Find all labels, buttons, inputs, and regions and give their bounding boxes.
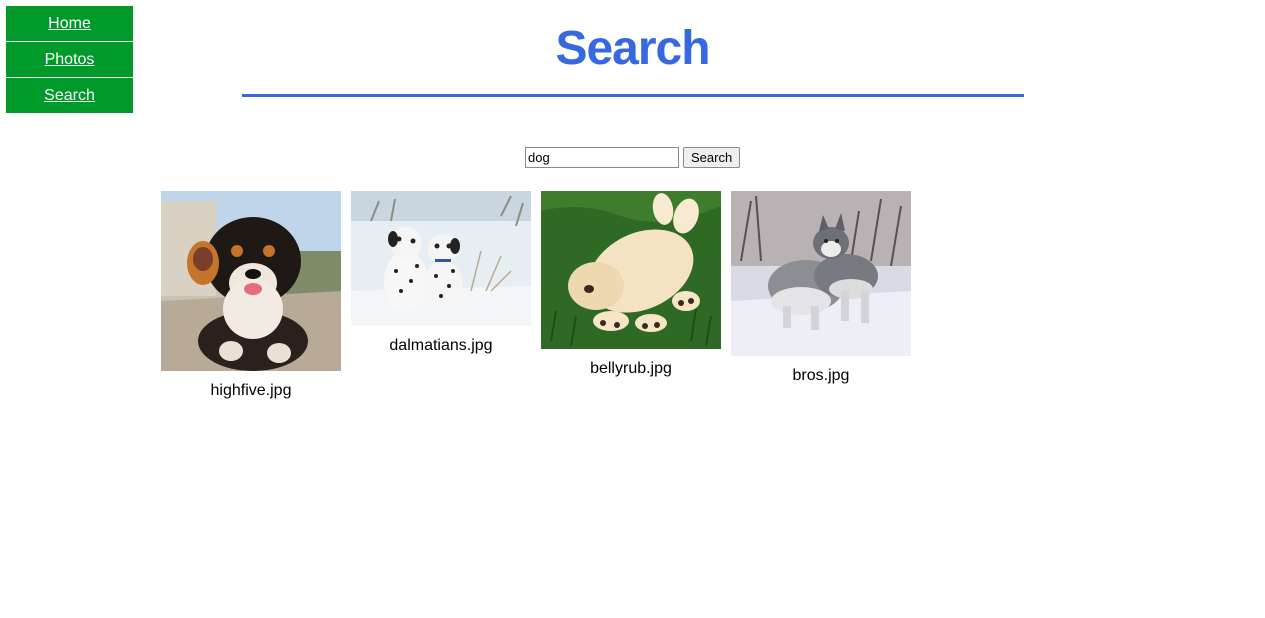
result-item: bellyrub.jpg xyxy=(541,191,721,378)
puppy-high-five-photo-icon xyxy=(161,191,341,371)
husky-puppies-photo-icon xyxy=(731,191,911,356)
page-title: Search xyxy=(555,22,710,75)
result-item: bros.jpg xyxy=(731,191,911,385)
search-input[interactable] xyxy=(525,147,679,168)
result-thumbnail[interactable] xyxy=(541,191,721,349)
result-item: dalmatians.jpg xyxy=(351,191,531,355)
result-filename: dalmatians.jpg xyxy=(389,337,493,354)
dalmatian-puppies-photo-icon xyxy=(351,191,531,326)
result-filename: bellyrub.jpg xyxy=(590,360,672,377)
page: Home Photos Search Search Search xyxy=(0,0,1265,618)
search-results: highfive.jpg dalmatians.jpg bellyrub.jpg… xyxy=(161,191,921,400)
title-divider xyxy=(242,94,1024,97)
nav-link-search[interactable]: Search xyxy=(6,78,133,113)
result-filename: highfive.jpg xyxy=(210,382,292,399)
search-form: Search xyxy=(525,147,741,168)
puppy-bellyrub-photo-icon xyxy=(541,191,721,349)
result-thumbnail[interactable] xyxy=(161,191,341,371)
search-button[interactable]: Search xyxy=(683,147,741,168)
result-filename: bros.jpg xyxy=(792,367,850,384)
result-thumbnail[interactable] xyxy=(351,191,531,326)
result-thumbnail[interactable] xyxy=(731,191,911,356)
result-item: highfive.jpg xyxy=(161,191,341,400)
